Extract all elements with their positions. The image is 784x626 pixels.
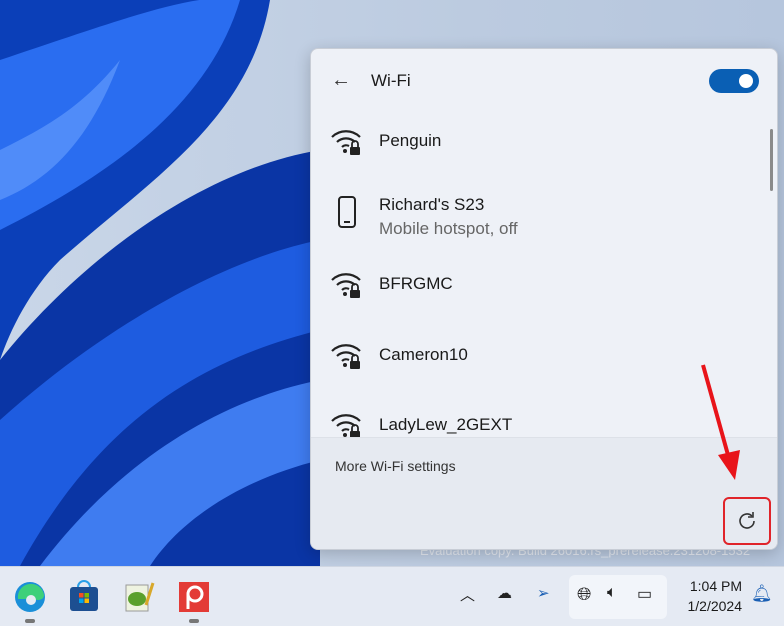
taskbar-snagit[interactable] <box>176 579 212 623</box>
panel-title: Wi-Fi <box>371 71 411 90</box>
network-item[interactable]: Penguin <box>311 123 771 183</box>
battery-charging-icon: ▭ <box>637 586 653 603</box>
panel-footer: More Wi-Fi settings <box>311 437 777 549</box>
network-name: Cameron10 <box>379 345 468 364</box>
store-icon <box>70 580 98 611</box>
wifi-secured-icon <box>331 344 361 369</box>
edge-icon <box>15 582 45 612</box>
clock-time: 1:04 PM <box>689 578 742 594</box>
taskbar-notepadpp[interactable] <box>120 579 156 615</box>
phone-icon <box>338 196 356 228</box>
clock-date: 1/2/2024 <box>687 598 743 614</box>
network-status: Mobile hotspot, off <box>379 219 518 238</box>
refresh-icon <box>739 512 755 529</box>
more-wifi-settings-link[interactable]: More Wi-Fi settings <box>335 458 456 474</box>
taskbar-store[interactable] <box>66 579 102 615</box>
globe-no-internet-icon: 🌐︎ <box>577 584 592 604</box>
network-name: LadyLew_2GEXT <box>379 415 513 434</box>
wifi-secured-icon <box>331 130 361 155</box>
network-name: Richard's S23 <box>379 195 485 214</box>
wifi-panel: ← Wi-Fi Penguin Richard's S23 Mobile hot… <box>310 48 778 550</box>
network-item[interactable]: Richard's S23 Mobile hotspot, off <box>311 191 771 251</box>
location-icon[interactable]: ➢ <box>537 584 550 602</box>
clock[interactable]: 1:04 PM 1/2/2024 <box>676 576 743 616</box>
wifi-toggle[interactable] <box>709 69 759 93</box>
onedrive-offline-icon[interactable]: ☁ <box>497 584 512 602</box>
refresh-button[interactable] <box>723 497 771 545</box>
wifi-secured-icon <box>331 414 361 437</box>
wifi-secured-icon <box>331 273 361 298</box>
taskbar-edge[interactable] <box>12 579 48 623</box>
snagit-icon <box>179 582 209 612</box>
volume-icon: 🔈︎ <box>607 584 617 601</box>
notification-bell-icon[interactable]: 🔔︎ <box>751 584 773 604</box>
network-name: Penguin <box>379 131 442 150</box>
network-name: BFRGMC <box>379 274 453 293</box>
notepadpp-icon <box>125 582 155 612</box>
network-list: Penguin Richard's S23 Mobile hotspot, of… <box>311 109 777 437</box>
network-item[interactable]: BFRGMC <box>311 266 771 326</box>
quick-settings-button[interactable]: 🌐︎ 🔈︎ ▭ <box>569 575 667 619</box>
network-item[interactable]: Cameron10 <box>311 337 771 397</box>
back-arrow-icon[interactable]: ← <box>331 69 351 92</box>
network-item[interactable]: LadyLew_2GEXT <box>311 407 771 437</box>
taskbar: ︿ ☁ ➢ 🌐︎ 🔈︎ ▭ 1:04 PM 1/2/2024 🔔︎ <box>0 566 784 626</box>
show-hidden-icons-chevron-icon[interactable]: ︿ <box>460 584 475 605</box>
scrollbar[interactable] <box>770 129 773 191</box>
